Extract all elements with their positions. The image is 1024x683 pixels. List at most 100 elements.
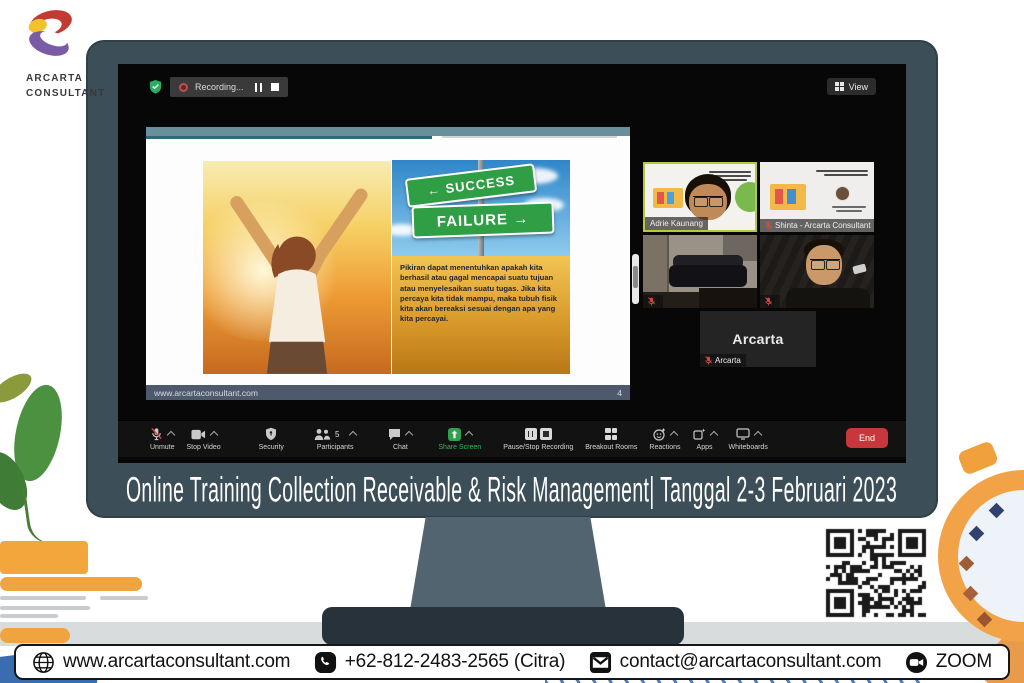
decor-line	[100, 596, 148, 600]
apps-button[interactable]: Apps	[687, 427, 723, 451]
slide-header-stripe	[146, 127, 630, 136]
stop-video-button[interactable]: Stop Video	[181, 427, 227, 451]
zoom-topbar: Recording... View	[118, 77, 906, 99]
monitor-stand-neck	[410, 517, 606, 610]
chevron-up-icon[interactable]	[167, 431, 175, 439]
chevron-up-icon[interactable]	[670, 431, 678, 439]
slide-page-number: 4	[617, 388, 622, 398]
participant-tile-shinta[interactable]: Shinta - Arcarta Consultant	[760, 162, 874, 232]
contact-bar: www.arcartaconsultant.com +62-812-2483-2…	[14, 644, 1010, 680]
participants-count: 5	[335, 430, 339, 439]
recording-label: Recording...	[195, 82, 244, 92]
shared-presentation-slide: ← SUCCESS FAILURE → Pikiran dapat menent…	[146, 127, 630, 400]
pause-recording-icon[interactable]	[255, 83, 262, 92]
chevron-up-icon[interactable]	[709, 431, 717, 439]
participant-name-label: Arcarta	[700, 354, 746, 367]
content-scrollbar[interactable]	[632, 254, 639, 304]
participant-tile-man-foam[interactable]	[760, 235, 874, 308]
email-link[interactable]: contact@arcartaconsultant.com	[589, 651, 882, 674]
stopwatch-button	[957, 440, 999, 476]
participants-label: Participants	[317, 444, 354, 451]
participant-name: Adrie Kaunang	[650, 219, 703, 228]
sunset-photo	[203, 161, 391, 374]
website-link[interactable]: www.arcartaconsultant.com	[32, 651, 290, 674]
slide-paragraph: Pikiran dapat menentuhkan apakah kita be…	[392, 256, 570, 325]
view-button[interactable]: View	[827, 78, 876, 95]
whatsapp-icon	[314, 651, 337, 674]
reactions-label: Reactions	[649, 444, 680, 451]
apps-label: Apps	[697, 444, 713, 451]
stop-icon	[540, 428, 552, 440]
book-orange-2	[0, 577, 142, 591]
whiteboards-button[interactable]: Whiteboards	[723, 427, 774, 451]
success-sign: ← SUCCESS	[405, 163, 538, 208]
whiteboard-icon	[736, 428, 750, 440]
video-camera-icon	[905, 651, 928, 674]
slide-header-stripe	[146, 136, 432, 139]
chat-bubble-icon	[388, 428, 401, 441]
chevron-up-icon[interactable]	[209, 431, 217, 439]
recording-pill[interactable]: Recording...	[170, 77, 288, 97]
breakout-rooms-button[interactable]: Breakout Rooms	[579, 427, 643, 451]
security-button[interactable]: Security	[253, 427, 290, 451]
breakout-rooms-icon	[605, 428, 617, 440]
pause-icon	[525, 428, 537, 440]
participants-button[interactable]: 5 Participants	[308, 427, 362, 451]
end-meeting-button[interactable]: End	[846, 428, 888, 448]
zoom-toolbar: Unmute Stop Video	[118, 420, 906, 457]
slide-header-stripe	[442, 136, 617, 138]
training-banner-text: Online Training Collection Receivable & …	[126, 470, 897, 511]
arcarta-logo-mark	[20, 8, 76, 64]
plant-stem	[22, 487, 55, 546]
mic-muted-icon	[150, 427, 163, 441]
participant-name-label: Adrie Kaunang	[645, 217, 708, 230]
whiteboards-label: Whiteboards	[729, 444, 768, 451]
share-screen-button[interactable]: Share Screen	[432, 427, 487, 451]
failure-sign: FAILURE →	[411, 202, 554, 239]
logo-text-line1: ARCARTA	[26, 71, 170, 86]
promo-poster: ARCARTA CONSULTANT Recording...	[0, 0, 1024, 683]
slide-footer-url: www.arcartaconsultant.com	[154, 388, 258, 398]
participant-name-label	[760, 295, 780, 308]
stop-video-label: Stop Video	[187, 444, 221, 451]
unmute-label: Unmute	[150, 444, 175, 451]
success-failure-image: ← SUCCESS FAILURE → Pikiran dapat menent…	[392, 160, 570, 374]
participant-tile-empty-room[interactable]	[643, 235, 757, 308]
breakout-rooms-label: Breakout Rooms	[585, 444, 637, 451]
speaker-photo	[835, 186, 850, 201]
decor-line	[0, 596, 86, 600]
website-text: www.arcartaconsultant.com	[63, 651, 290, 673]
phone-link[interactable]: +62-812-2483-2565 (Citra)	[314, 651, 566, 674]
participant-tile-arcarta[interactable]: Arcarta Arcarta	[700, 311, 816, 367]
monitor-stand-base	[322, 607, 684, 645]
scrollbar-thumb[interactable]	[633, 266, 638, 288]
share-screen-label: Share Screen	[438, 444, 481, 451]
chevron-up-icon[interactable]	[465, 431, 473, 439]
envelope-icon	[589, 651, 612, 674]
recording-dot-icon	[179, 83, 188, 92]
muted-mic-icon	[648, 297, 655, 306]
chevron-up-icon[interactable]	[349, 431, 357, 439]
apps-icon	[693, 428, 706, 441]
chat-label: Chat	[393, 444, 408, 451]
muted-mic-icon	[765, 221, 772, 230]
monitor-bezel: Recording... View	[86, 40, 938, 518]
chat-button[interactable]: Chat	[382, 427, 418, 451]
participant-tile-adrie[interactable]: Adrie Kaunang	[643, 162, 757, 232]
unmute-button[interactable]: Unmute	[144, 427, 181, 451]
stop-recording-icon[interactable]	[271, 83, 279, 91]
logo-text-line2: CONSULTANT	[26, 86, 170, 101]
view-label: View	[849, 82, 868, 92]
email-text: contact@arcartaconsultant.com	[620, 651, 882, 673]
chevron-up-icon[interactable]	[753, 431, 761, 439]
monitor-screen: Recording... View	[118, 64, 906, 463]
platform-text: ZOOM	[936, 651, 992, 673]
reactions-button[interactable]: Reactions	[643, 427, 686, 451]
qr-code	[820, 524, 932, 622]
globe-icon	[32, 651, 55, 674]
chevron-up-icon[interactable]	[405, 431, 413, 439]
pause-stop-recording-button[interactable]: Pause/Stop Recording	[497, 427, 579, 451]
decor-line	[0, 614, 58, 618]
platform-badge[interactable]: ZOOM	[905, 651, 992, 674]
book-orange-1	[0, 541, 88, 574]
